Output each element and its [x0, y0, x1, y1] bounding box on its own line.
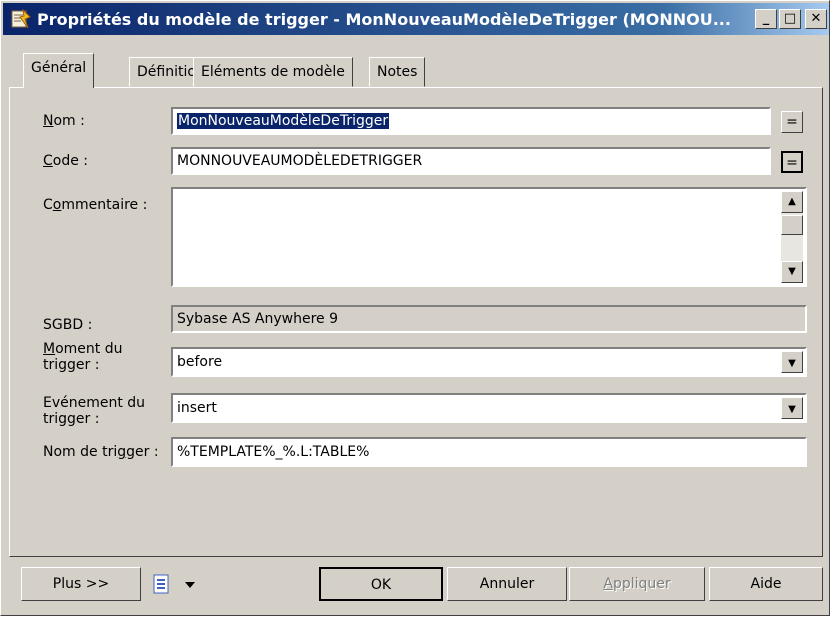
evenement-label: Evénement du trigger :: [43, 395, 146, 427]
ok-button[interactable]: OK: [319, 567, 443, 601]
commentaire-label: Commentaire :: [43, 197, 148, 213]
nom-label: Nom :: [43, 113, 85, 129]
tab-elements-de-modele[interactable]: Eléments de modèle: [193, 57, 353, 87]
commentaire-textarea[interactable]: ▲ ▼: [171, 187, 807, 287]
annuler-button[interactable]: Annuler: [447, 567, 567, 601]
nom-field[interactable]: MonNouveauModèleDeTrigger: [171, 107, 771, 135]
nom-trigger-label: Nom de trigger :: [43, 444, 159, 460]
aide-button[interactable]: Aide: [709, 567, 823, 601]
sgbd-field: Sybase AS Anywhere 9: [171, 305, 807, 333]
scroll-down-icon[interactable]: ▼: [781, 261, 803, 283]
code-field[interactable]: MONNOUVEAUMODÈLEDETRIGGER: [171, 147, 771, 175]
list-menu-icon: [153, 574, 195, 594]
chevron-down-icon[interactable]: ▼: [781, 397, 803, 419]
scroll-thumb[interactable]: [781, 215, 803, 235]
appliquer-button[interactable]: Appliquer: [569, 567, 705, 601]
minimize-icon[interactable]: _: [755, 9, 777, 29]
code-sync-button[interactable]: =: [781, 151, 803, 173]
nom-sync-button[interactable]: =: [781, 111, 803, 133]
tab-notes[interactable]: Notes: [369, 57, 426, 87]
chevron-down-icon[interactable]: ▼: [781, 351, 803, 373]
evenement-select[interactable]: insert ▼: [171, 393, 807, 423]
close-icon[interactable]: ✕: [805, 9, 827, 29]
commentaire-scrollbar[interactable]: ▲ ▼: [781, 191, 803, 283]
trigger-template-icon: [11, 9, 31, 29]
list-menu-button[interactable]: [151, 573, 207, 597]
plus-button[interactable]: Plus >>: [21, 567, 141, 601]
nom-trigger-field[interactable]: %TEMPLATE%_%.L:TABLE%: [171, 437, 807, 467]
scroll-up-icon[interactable]: ▲: [781, 191, 803, 213]
window-title: Propriétés du modèle de trigger - MonNou…: [37, 10, 731, 29]
moment-select[interactable]: before ▼: [171, 347, 807, 377]
title-bar[interactable]: Propriétés du modèle de trigger - MonNou…: [3, 3, 829, 35]
maximize-icon[interactable]: □: [779, 9, 801, 29]
properties-dialog: Propriétés du modèle de trigger - MonNou…: [0, 0, 830, 616]
code-label: Code :: [43, 153, 89, 169]
tab-general[interactable]: Général: [23, 53, 95, 88]
moment-label: Moment du trigger :: [43, 341, 123, 373]
sgbd-label: SGBD :: [43, 317, 93, 333]
